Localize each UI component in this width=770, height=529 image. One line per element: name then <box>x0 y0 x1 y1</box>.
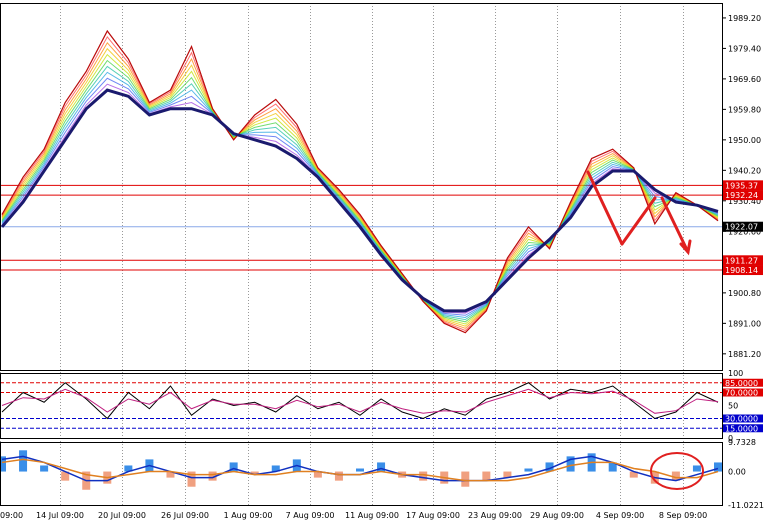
level-label: 1932.24 <box>723 190 763 201</box>
y-tick-label: 1989.20 <box>728 14 761 23</box>
osc-tick-label: 100 <box>728 369 743 378</box>
x-tick-label: 7 Aug 09:00 <box>286 511 335 520</box>
osc-level-label: 70.0000 <box>723 388 763 398</box>
histogram-bar <box>40 465 49 472</box>
y-tick-label: 1979.40 <box>728 44 761 53</box>
y-tick-label: 1940.20 <box>728 166 761 175</box>
histogram-bar <box>356 468 364 472</box>
y-tick-label: 1891.00 <box>728 319 761 328</box>
x-tick-label: 20 Jul 09:00 <box>98 511 146 520</box>
histogram-bar <box>334 471 343 481</box>
level-label: 1908.14 <box>723 265 763 276</box>
osc-level-label: 15.0000 <box>723 424 763 433</box>
histogram-bar <box>524 468 533 472</box>
osc-label-text: 85.0000 <box>725 379 758 388</box>
osc-label-text: 15.0000 <box>725 424 758 433</box>
histogram-bar <box>461 471 470 487</box>
x-tick-label: 4 Sep 09:00 <box>596 511 644 520</box>
x-tick-label: 8 Sep 09:00 <box>659 511 707 520</box>
hist-tick-label: -11.0221 <box>728 501 764 510</box>
level-label-text: 1932.24 <box>725 191 758 200</box>
hist-tick-label: 9.7328 <box>728 438 756 447</box>
histogram-bar <box>714 462 722 472</box>
y-tick-label: 1881.20 <box>728 350 761 359</box>
osc-label-text: 30.0000 <box>725 415 758 424</box>
osc-label-text: 70.0000 <box>725 389 758 398</box>
x-tick-label: 11 Aug 09:00 <box>345 511 399 520</box>
x-tick-label: 29 Aug 09:00 <box>530 511 584 520</box>
price-label-text: 1922.07 <box>725 223 758 232</box>
x-tick-label: 23 Aug 09:00 <box>468 511 522 520</box>
histogram-bar <box>419 471 428 481</box>
x-tick-label: 09:00 <box>0 511 23 520</box>
x-tick-label: 14 Jul 09:00 <box>36 511 84 520</box>
level-label-text: 1911.27 <box>725 256 758 265</box>
x-tick-label: 17 Aug 09:00 <box>406 511 460 520</box>
level-label-text: 1935.37 <box>725 181 758 190</box>
histogram-bar <box>482 471 491 481</box>
time-axis: 09:00 14 Jul 09:00 20 Jul 09:00 26 Jul 09:0… <box>0 511 707 520</box>
current-price-label: 1922.07 <box>723 221 763 232</box>
level-label: 1911.27 <box>723 255 763 266</box>
y-tick-label: 1969.60 <box>728 75 761 84</box>
x-tick-label: 1 Aug 09:00 <box>224 511 273 520</box>
osc-tick-label: 50 <box>728 402 738 411</box>
y-tick-label: 1959.80 <box>728 105 761 114</box>
y-tick-label: 1900.80 <box>728 289 761 298</box>
level-label-text: 1908.14 <box>725 266 758 275</box>
chart-window: 1989.20 1979.40 1969.60 1959.80 1950.00 1940.… <box>0 0 770 525</box>
chart-canvas: 1989.20 1979.40 1969.60 1959.80 1950.00 1940.… <box>0 0 770 525</box>
histogram-bar <box>19 450 28 472</box>
osc-level-label: 85.0000 <box>723 378 763 388</box>
y-tick-label: 1950.00 <box>728 136 761 145</box>
osc-level-label: 30.0000 <box>723 414 763 424</box>
histogram-bar <box>692 465 701 472</box>
x-tick-label: 26 Jul 09:00 <box>161 511 209 520</box>
level-label: 1935.37 <box>723 180 763 191</box>
hist-tick-label: 0.00 <box>728 468 746 477</box>
histogram-bar <box>377 462 386 472</box>
